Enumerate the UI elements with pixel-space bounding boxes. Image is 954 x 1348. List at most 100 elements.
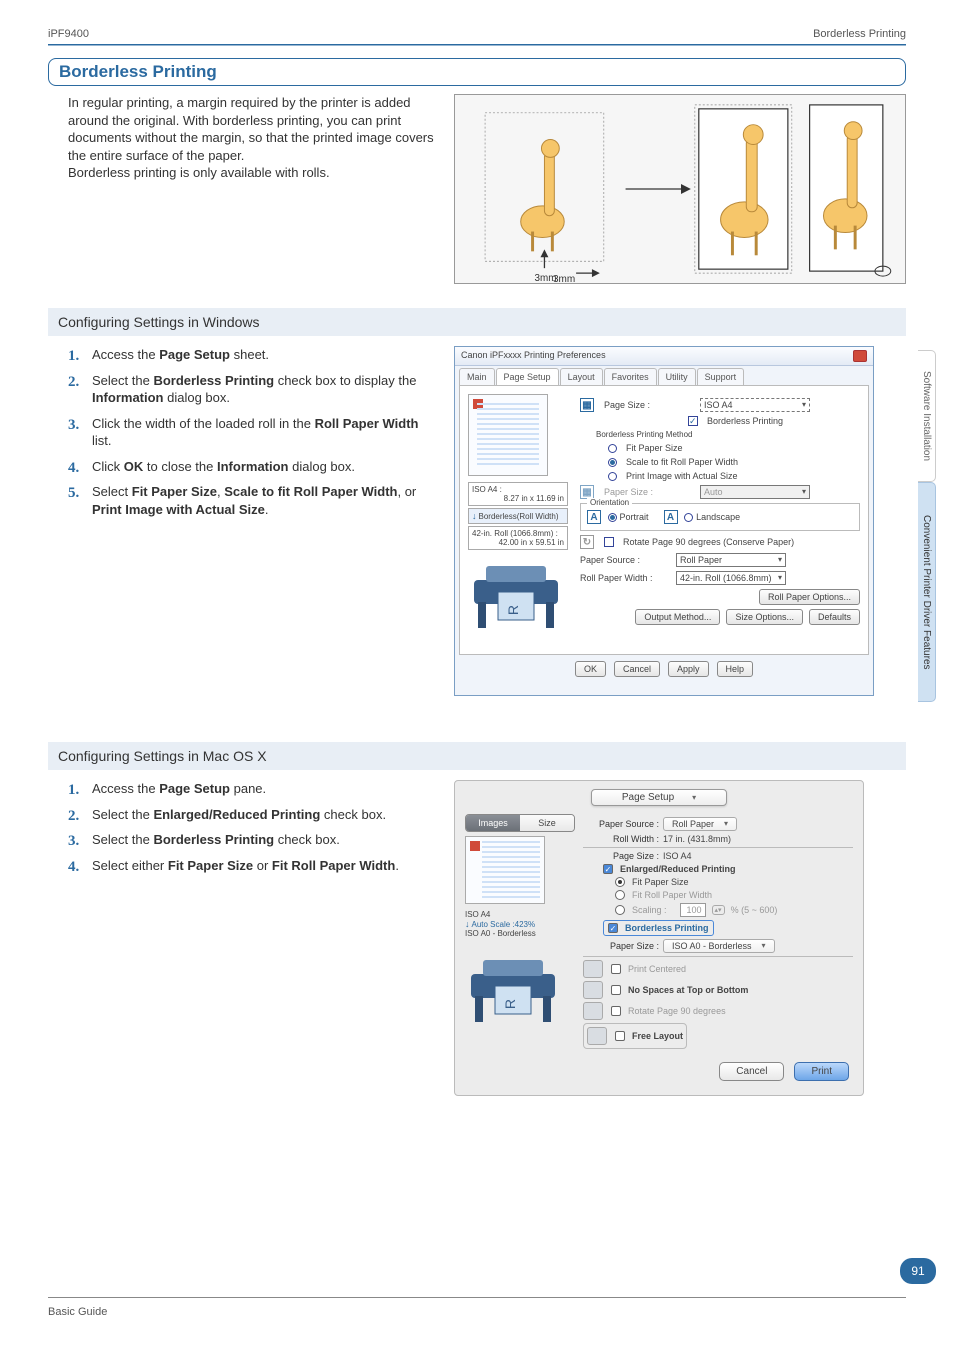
mac-nospace-checkbox[interactable]	[611, 985, 621, 995]
mac-freelayout-checkbox[interactable]	[615, 1031, 625, 1041]
svg-text:R: R	[502, 999, 518, 1009]
mac-cancel-button[interactable]: Cancel	[719, 1062, 784, 1081]
method-group-label: Borderless Printing Method	[596, 430, 860, 439]
defaults-button[interactable]: Defaults	[809, 609, 860, 625]
cancel-button[interactable]: Cancel	[614, 661, 660, 677]
paper-source-select[interactable]: Roll Paper▾	[676, 553, 786, 567]
radio-scale-roll[interactable]	[608, 458, 617, 467]
win-step-1: Access the Page Setup sheet.	[68, 346, 438, 364]
section-heading-windows: Configuring Settings in Windows	[48, 308, 906, 336]
page-preview-thumb	[468, 394, 548, 476]
paper-source-label: Paper Source :	[580, 555, 670, 565]
mac-roll-width-value: 17 in. (431.8mm)	[663, 834, 731, 844]
tab-size[interactable]: Size	[520, 815, 574, 831]
mac-scaling-input[interactable]: 100	[680, 903, 706, 917]
mac-rotate-checkbox[interactable]	[611, 1006, 621, 1016]
mm-label-2: 3mm	[553, 274, 575, 285]
freelayout-icon	[587, 1027, 607, 1045]
mac-centered-checkbox[interactable]	[611, 964, 621, 974]
rotate-icon: ↻	[580, 535, 594, 549]
tab-utility[interactable]: Utility	[658, 368, 696, 385]
borderless-diagram: 3mm	[454, 94, 906, 284]
mac-step-1: Access the Page Setup pane.	[68, 780, 438, 798]
main-heading-wrap: Borderless Printing	[48, 58, 906, 86]
apply-button[interactable]: Apply	[668, 661, 709, 677]
size-options-button[interactable]: Size Options...	[726, 609, 803, 625]
mac-step-4: Select either Fit Paper Size or Fit Roll…	[68, 857, 438, 875]
footer-rule	[48, 1297, 906, 1298]
intro-p1: In regular printing, a margin required b…	[68, 94, 438, 164]
win-step-5: Select Fit Paper Size, Scale to fit Roll…	[68, 483, 438, 518]
mac-radio-fit-paper[interactable]	[615, 877, 625, 887]
footer-guide: Basic Guide	[48, 1306, 107, 1318]
mac-paper-size2-label: Paper Size :	[583, 941, 659, 951]
radio-landscape[interactable]	[684, 513, 693, 522]
tab-main[interactable]: Main	[459, 368, 495, 385]
mac-paper-size2-select[interactable]: ISO A0 - Borderless▾	[663, 939, 775, 953]
mac-radio-fit-roll[interactable]	[615, 890, 625, 900]
mac-enlarged-checkbox[interactable]	[603, 864, 613, 874]
borderless-label: Borderless Printing	[707, 416, 783, 426]
section-heading-mac: Configuring Settings in Mac OS X	[48, 742, 906, 770]
mac-preview-out: ISO A0 - Borderless	[465, 929, 575, 938]
close-icon[interactable]	[853, 350, 867, 362]
printer-icon: R	[468, 552, 564, 634]
rotate-checkbox[interactable]	[604, 537, 614, 547]
win-step-2: Select the Borderless Printing check box…	[68, 372, 438, 407]
mac-printer-icon: R	[465, 946, 561, 1028]
mac-roll-width-label: Roll Width :	[583, 834, 659, 844]
win-step-4: Click OK to close the Information dialog…	[68, 458, 438, 476]
preview2-title: 42-in. Roll (1066.8mm) : 42.00 in x 59.5…	[468, 526, 568, 550]
windows-steps: Access the Page Setup sheet. Select the …	[48, 346, 438, 526]
svg-text:R: R	[505, 605, 521, 615]
win-dialog-title: Canon iPFxxxx Printing Preferences	[461, 350, 606, 362]
windows-dialog: Canon iPFxxxx Printing Preferences Main …	[454, 346, 874, 696]
header-left: iPF9400	[48, 28, 89, 40]
mac-print-button[interactable]: Print	[794, 1062, 849, 1081]
paper-size-select[interactable]: Auto▾	[700, 485, 810, 499]
rotate-icon-mac	[583, 1002, 603, 1020]
portrait-icon: A	[587, 510, 601, 524]
page-size-select[interactable]: ISO A4▾	[700, 398, 810, 412]
mac-borderless-label: Borderless Printing	[625, 923, 709, 933]
page-title: Borderless Printing	[59, 62, 895, 82]
tab-images[interactable]: Images	[466, 815, 520, 831]
intro-text: In regular printing, a margin required b…	[48, 94, 438, 284]
preview1-arrow: ↓Borderless(Roll Width)	[468, 508, 568, 524]
tab-support[interactable]: Support	[697, 368, 745, 385]
stepper-icon[interactable]: ▴▾	[712, 905, 725, 915]
roll-options-button[interactable]: Roll Paper Options...	[759, 589, 860, 605]
tab-page-setup[interactable]: Page Setup	[496, 368, 559, 385]
header-right: Borderless Printing	[813, 28, 906, 40]
landscape-icon: A	[664, 510, 678, 524]
centered-icon	[583, 960, 603, 978]
radio-portrait[interactable]	[608, 513, 617, 522]
nospace-icon	[583, 981, 603, 999]
side-tab-driver-features[interactable]: Convenient Printer Driver Features	[918, 482, 936, 702]
mac-paper-source-label: Paper Source :	[583, 819, 659, 829]
mac-paper-source-select[interactable]: Roll Paper▾	[663, 817, 737, 831]
mac-page-size-label: Page Size :	[583, 851, 659, 861]
borderless-checkbox[interactable]	[688, 416, 698, 426]
side-tabs: Software Installation Convenient Printer…	[918, 350, 938, 702]
header-rule	[48, 44, 906, 46]
radio-fit-paper[interactable]	[608, 444, 617, 453]
page-icon: ▦	[580, 398, 594, 412]
paper-icon: ▦	[580, 485, 594, 499]
radio-actual-size[interactable]	[608, 472, 617, 481]
mac-tab-segment[interactable]: Images Size	[465, 814, 575, 832]
intro-p2: Borderless printing is only available wi…	[68, 164, 438, 182]
tab-favorites[interactable]: Favorites	[604, 368, 657, 385]
page-number: 91	[900, 1258, 936, 1284]
ok-button[interactable]: OK	[575, 661, 606, 677]
mac-borderless-checkbox[interactable]	[608, 923, 618, 933]
mac-pane-select[interactable]: Page Setup▾	[591, 789, 727, 806]
output-method-button[interactable]: Output Method...	[635, 609, 720, 625]
mac-dialog: Page Setup▾ Images Size ISO A4 ↓Auto Sca…	[454, 780, 864, 1096]
mac-radio-scaling[interactable]	[615, 905, 625, 915]
mac-preview-scale: ↓Auto Scale :423%	[465, 919, 575, 929]
help-button[interactable]: Help	[717, 661, 754, 677]
tab-layout[interactable]: Layout	[560, 368, 603, 385]
side-tab-installation[interactable]: Software Installation	[918, 350, 936, 482]
roll-width-select[interactable]: 42-in. Roll (1066.8mm)▾	[676, 571, 786, 585]
